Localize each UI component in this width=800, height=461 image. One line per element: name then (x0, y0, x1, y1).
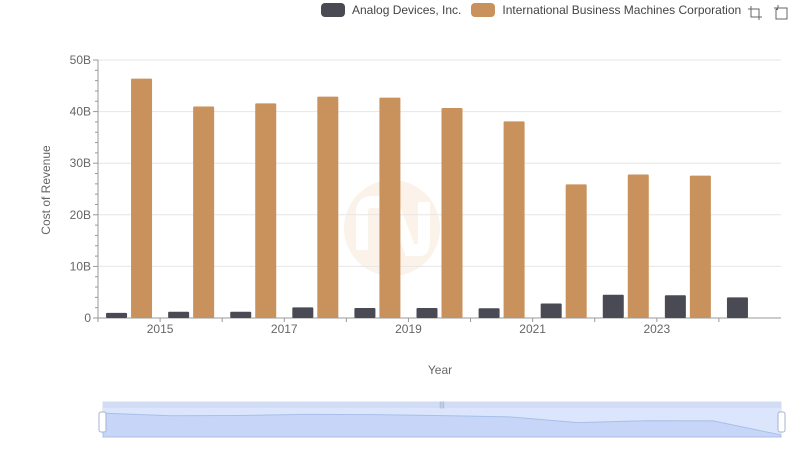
bar-analog-devices-2022[interactable] (602, 294, 624, 318)
x-tick-label: 2017 (271, 322, 298, 336)
bar-analog-devices-2018[interactable] (354, 307, 376, 318)
bar-analog-devices-2015[interactable] (168, 311, 190, 318)
bar-analog-devices-2016[interactable] (230, 311, 252, 318)
bar-ibm-2021[interactable] (565, 184, 587, 318)
bar-ibm-2017[interactable] (317, 96, 339, 318)
bar-analog-devices-2020[interactable] (478, 308, 500, 318)
bar-ibm-2018[interactable] (379, 97, 401, 318)
bar-analog-devices-2017[interactable] (292, 307, 314, 318)
bar-ibm-2022[interactable] (627, 174, 649, 318)
y-axis-title: Cost of Revenue (39, 145, 53, 235)
bar-ibm-2015[interactable] (193, 106, 215, 318)
data-zoom-slider[interactable]: ||| (98, 401, 786, 438)
bar-analog-devices-2021[interactable] (540, 303, 562, 318)
bar-analog-devices-2023[interactable] (664, 295, 686, 318)
bar-analog-devices-2019[interactable] (416, 307, 438, 318)
bar-analog-devices-2024[interactable] (726, 297, 748, 318)
y-tick-label: 50B (70, 53, 91, 67)
y-tick-label: 40B (70, 105, 91, 119)
bar-analog-devices-2014[interactable] (106, 312, 128, 318)
x-tick-label: 2015 (147, 322, 174, 336)
x-tick-label: 2019 (395, 322, 422, 336)
y-tick-label: 10B (70, 259, 91, 273)
bar-chart: 0 10B 20B 30B 40B 50B 2015 2017 2019 2021 2023 Co… (39, 53, 786, 438)
x-tick-label: 2023 (643, 322, 670, 336)
bar-ibm-2016[interactable] (255, 103, 277, 319)
data-zoom-grip-icon[interactable]: ||| (439, 402, 445, 409)
data-zoom-handle-left[interactable] (98, 411, 107, 433)
y-tick-label: 20B (70, 208, 91, 222)
bar-ibm-2023[interactable] (689, 175, 711, 318)
y-tick-label: 0 (84, 311, 91, 325)
bar-ibm-2014[interactable] (131, 78, 153, 319)
x-axis-title: Year (428, 363, 452, 377)
bar-ibm-2020[interactable] (503, 121, 525, 319)
x-tick-label: 2021 (519, 322, 546, 336)
data-zoom-handle-right[interactable] (777, 411, 786, 433)
bar-ibm-2019[interactable] (441, 107, 463, 318)
y-tick-label: 30B (70, 156, 91, 170)
